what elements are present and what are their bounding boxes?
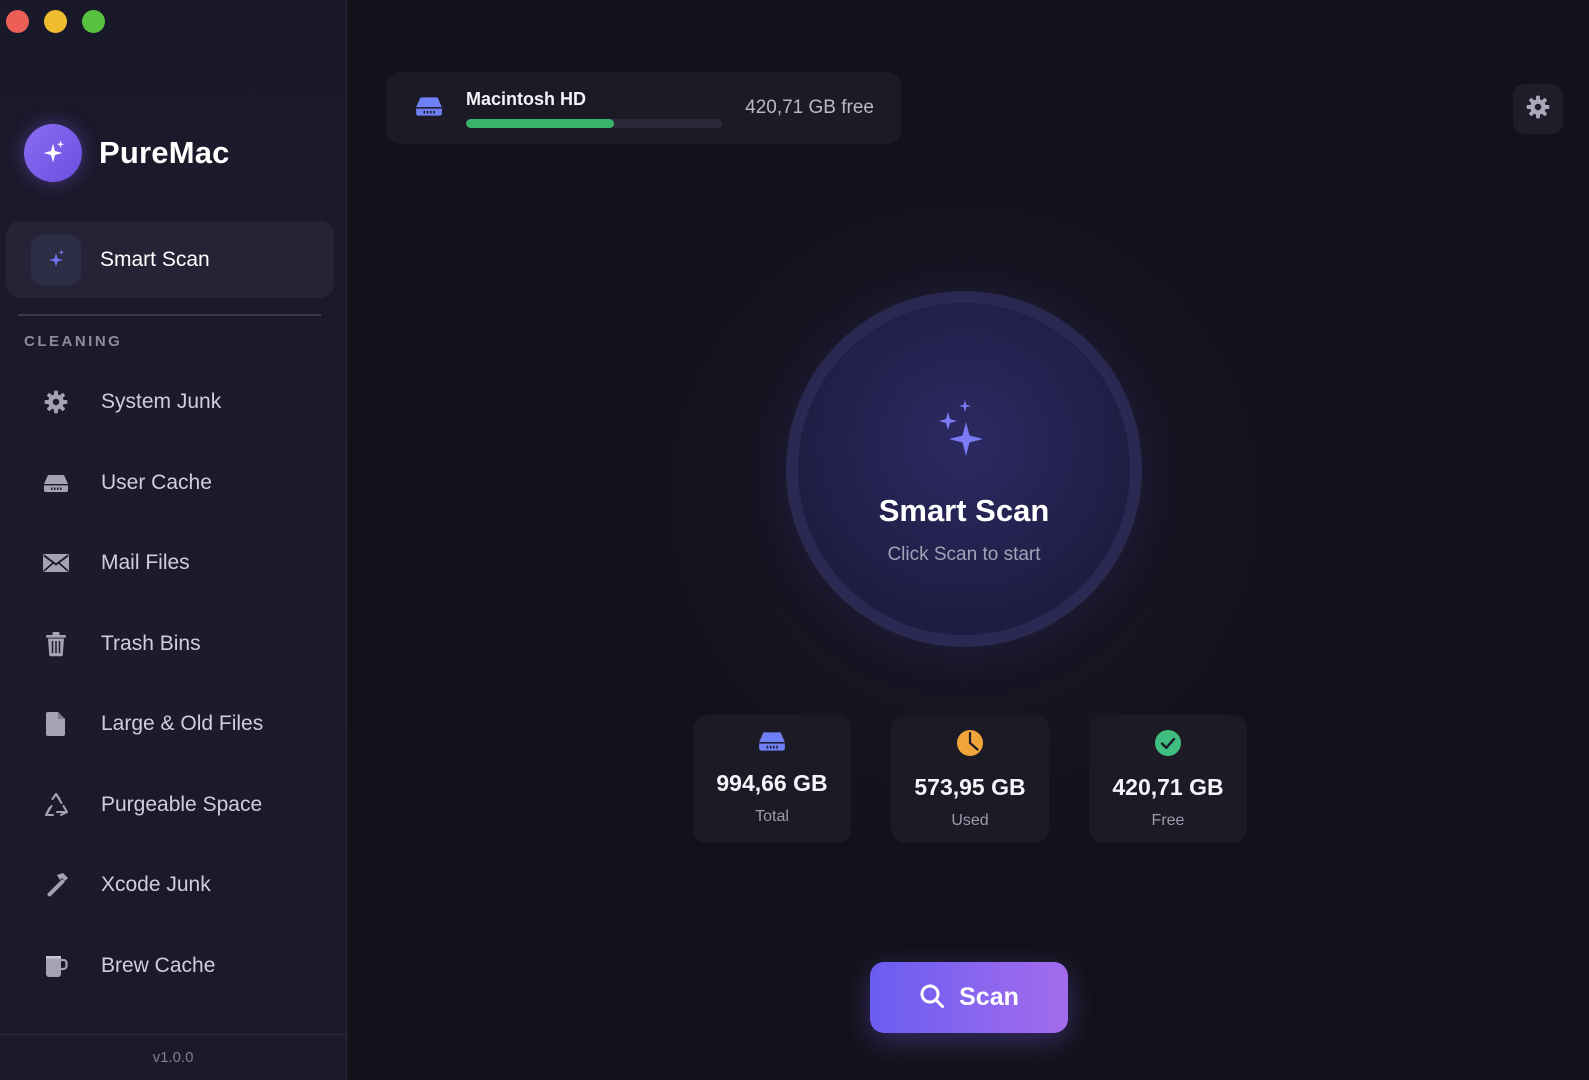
disk-usage-fill — [466, 118, 614, 128]
sidebar-item-label: Xcode Junk — [101, 873, 211, 897]
stat-label: Total — [755, 808, 789, 825]
sidebar-item-system-junk[interactable]: System Junk — [0, 362, 346, 443]
scan-title: Smart Scan — [878, 493, 1050, 528]
drive-icon — [757, 729, 787, 758]
trash-icon — [41, 629, 71, 659]
stat-value: 420,71 GB — [1112, 774, 1224, 800]
sidebar-item-brew-cache[interactable]: Brew Cache — [0, 926, 346, 1007]
maximize-window-button[interactable] — [82, 10, 105, 33]
sidebar-nav: System Junk User Cache Mail Files Trash … — [0, 362, 346, 1006]
sidebar: PureMac Smart Scan CLEANING System Junk … — [0, 0, 347, 1080]
app-version: v1.0.0 — [152, 1049, 194, 1066]
stat-card-total: 994,66 GB Total — [693, 715, 851, 843]
sidebar-item-label: Purgeable Space — [101, 792, 263, 816]
main-panel: Macintosh HD 420,71 GB free Smart Scan C… — [348, 0, 1589, 1080]
disk-free-text: 420,71 GB free — [745, 97, 874, 118]
sidebar-item-label: Mail Files — [101, 551, 190, 575]
gear-icon — [1525, 94, 1551, 125]
sidebar-item-mail-files[interactable]: Mail Files — [0, 523, 346, 604]
hammer-icon — [41, 870, 71, 900]
app-name: PureMac — [99, 135, 230, 170]
checkmark-circle-icon — [1154, 729, 1182, 762]
smart-scan-circle: Smart Scan Click Scan to start — [798, 303, 1130, 635]
sidebar-item-purgeable-space[interactable]: Purgeable Space — [0, 765, 346, 846]
document-icon — [41, 709, 71, 739]
sidebar-item-trash-bins[interactable]: Trash Bins — [0, 604, 346, 685]
sidebar-item-user-cache[interactable]: User Cache — [0, 443, 346, 524]
envelope-icon — [41, 548, 71, 578]
sidebar-divider — [18, 314, 321, 316]
sidebar-footer: v1.0.0 — [0, 1034, 346, 1080]
disk-name: Macintosh HD — [466, 88, 587, 109]
search-icon — [919, 983, 945, 1012]
cup-icon — [41, 951, 71, 981]
scan-button[interactable]: Scan — [870, 962, 1068, 1033]
drive-icon — [41, 468, 71, 498]
sparkles-icon — [31, 234, 81, 285]
settings-button[interactable] — [1513, 84, 1563, 134]
sidebar-item-label: Trash Bins — [101, 631, 201, 655]
stat-card-used: 573,95 GB Used — [891, 715, 1049, 843]
sidebar-item-smart-scan[interactable]: Smart Scan — [6, 221, 334, 298]
sidebar-item-label: System Junk — [101, 390, 222, 414]
scan-subtitle: Click Scan to start — [887, 544, 1041, 565]
stat-label: Free — [1151, 812, 1185, 829]
sidebar-item-xcode-junk[interactable]: Xcode Junk — [0, 845, 346, 926]
disk-card: Macintosh HD 420,71 GB free — [386, 72, 901, 144]
pie-chart-icon — [956, 729, 984, 762]
sidebar-item-label: Brew Cache — [101, 953, 216, 977]
storage-stats: 994,66 GB Total 573,95 GB Used 420,71 GB… — [693, 715, 1247, 843]
gear-icon — [41, 387, 71, 417]
section-title-cleaning: CLEANING — [24, 333, 123, 350]
window-controls — [6, 10, 105, 33]
brand: PureMac — [24, 124, 230, 182]
close-window-button[interactable] — [6, 10, 29, 33]
stat-card-free: 420,71 GB Free — [1089, 715, 1247, 843]
stat-label: Used — [951, 812, 989, 829]
minimize-window-button[interactable] — [44, 10, 67, 33]
stat-value: 573,95 GB — [914, 774, 1026, 800]
app-logo-icon — [24, 124, 82, 182]
disk-usage-bar — [466, 118, 722, 128]
disk-info: Macintosh HD — [466, 89, 722, 128]
sidebar-item-label: Large & Old Files — [101, 712, 264, 736]
sidebar-item-large-old-files[interactable]: Large & Old Files — [0, 684, 346, 765]
drive-icon — [414, 94, 444, 123]
sidebar-item-label: Smart Scan — [100, 247, 210, 271]
sidebar-item-label: User Cache — [101, 470, 212, 494]
sparkles-icon — [932, 394, 996, 475]
scan-button-label: Scan — [959, 983, 1019, 1011]
recycle-icon — [41, 790, 71, 820]
stat-value: 994,66 GB — [716, 770, 828, 796]
